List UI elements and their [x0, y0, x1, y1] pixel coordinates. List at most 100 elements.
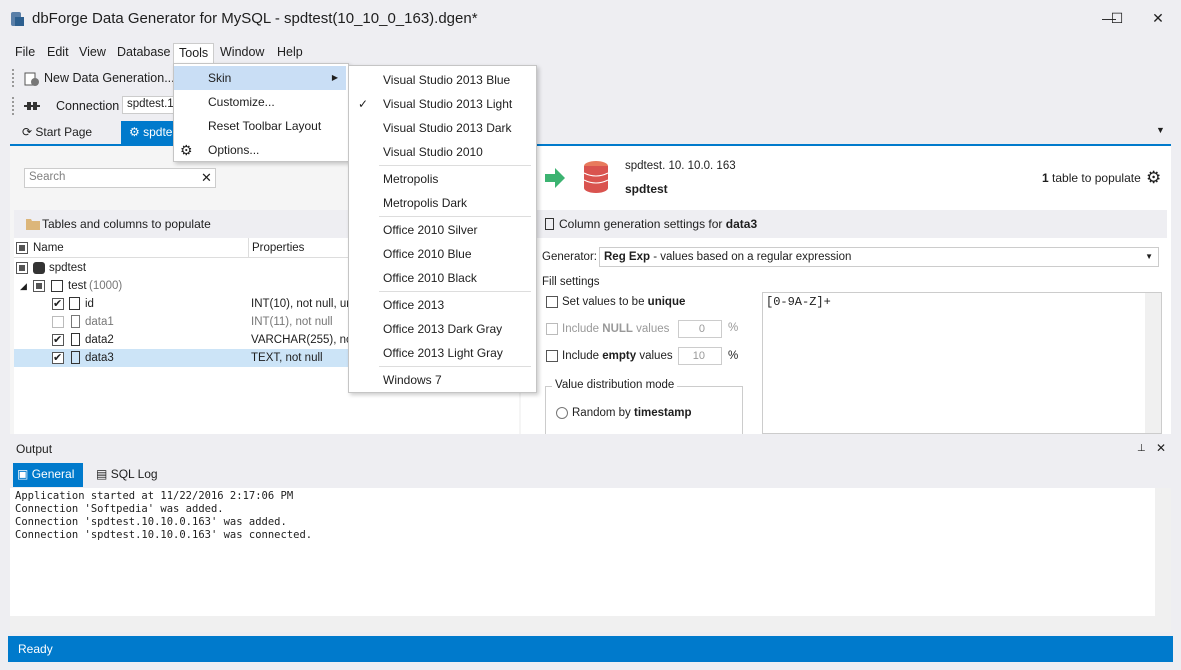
col-name-header[interactable]: Name [33, 238, 64, 258]
menu-view[interactable]: View [74, 43, 111, 63]
col-props-header[interactable]: Properties [248, 238, 304, 258]
close-button[interactable]: ✕ [1138, 6, 1178, 30]
column-settings-header: Column generation settings for data3 [537, 210, 1167, 238]
menu-database[interactable]: Database [112, 43, 176, 63]
generator-label: Generator: [542, 251, 597, 263]
menu-item-reset-toolbar[interactable]: Reset Toolbar Layout [174, 114, 321, 138]
toolbar-grip[interactable] [12, 97, 16, 115]
collapse-icon[interactable]: ◢ [20, 277, 27, 295]
regex-scrollbar[interactable] [1145, 293, 1161, 433]
skin-submenu: Visual Studio 2013 Blue ✓ Visual Studio … [348, 65, 537, 393]
menu-tools[interactable]: Tools [173, 43, 215, 63]
percent-sign: % [728, 322, 739, 334]
percent-sign: % [728, 350, 739, 362]
row-checkbox[interactable] [52, 295, 64, 313]
separator [379, 291, 531, 292]
generator-select[interactable]: Reg Exp - values based on a regular expr… [599, 247, 1159, 267]
new-generation-button[interactable]: New Data Generation... [44, 68, 175, 88]
menu-item-skin[interactable]: Skin ▶ [174, 66, 346, 90]
search-input[interactable]: Search [24, 168, 216, 188]
menu-item-customize[interactable]: Customize... [174, 90, 275, 114]
skin-office2010-silver[interactable]: Office 2010 Silver [349, 218, 478, 242]
maximize-button[interactable]: ☐ [1102, 6, 1132, 30]
row-checkbox[interactable] [52, 349, 64, 367]
separator [379, 366, 531, 367]
skin-office2013-light-gray[interactable]: Office 2013 Light Gray [349, 341, 503, 365]
tables-count-label: table to populate [1052, 171, 1141, 185]
include-empty-checkbox[interactable] [546, 350, 558, 362]
skin-windows7[interactable]: Windows 7 [349, 368, 442, 392]
tab-start-page[interactable]: ⟳ Start Page [14, 121, 100, 145]
output-log: Application started at 11/22/2016 2:17:0… [10, 488, 1171, 616]
select-all-checkbox[interactable] [16, 242, 28, 254]
status-bar: Ready [8, 636, 1173, 662]
row-props: INT(10), not null, un [251, 298, 353, 310]
output-tab-sql-log[interactable]: ▤ SQL Log [94, 463, 164, 487]
include-null-checkbox[interactable] [546, 323, 558, 335]
skin-vs2013-light[interactable]: ✓ Visual Studio 2013 Light [349, 92, 512, 116]
output-hscrollbar[interactable] [10, 616, 1171, 632]
include-null-label: Include NULL values [562, 323, 670, 335]
row-name: data3 [85, 352, 114, 364]
section-title: Tables and columns to populate [42, 217, 211, 231]
skin-metropolis[interactable]: Metropolis [349, 167, 438, 191]
toolbar-grip[interactable] [12, 69, 16, 87]
output-tab-sql-log-label: SQL Log [110, 467, 158, 481]
row-checkbox[interactable] [52, 331, 64, 349]
checkmark-icon: ✓ [358, 97, 369, 111]
output-tab-general[interactable]: ▣ General [13, 463, 83, 487]
status-text: Ready [18, 642, 53, 656]
unique-label: Set values to be unique [562, 296, 686, 308]
skin-office2013[interactable]: Office 2013 [349, 293, 444, 317]
column-icon [71, 333, 80, 346]
generator-desc: - values based on a regular expression [650, 251, 852, 263]
empty-percent-spinner[interactable]: 10 [678, 347, 722, 365]
row-name: spdtest [49, 262, 87, 274]
unique-option[interactable]: Set values to be unique [546, 296, 746, 314]
tab-start-page-label: Start Page [35, 125, 93, 139]
skin-vs2010[interactable]: Visual Studio 2010 [349, 140, 483, 164]
value-distribution-label: Value distribution mode [552, 379, 678, 391]
skin-vs2013-blue[interactable]: Visual Studio 2013 Blue [349, 68, 510, 92]
sql-log-icon: ▤ [96, 467, 108, 481]
menu-help[interactable]: Help [272, 43, 308, 63]
row-props: INT(11), not null [251, 316, 333, 328]
close-panel-icon[interactable]: ✕ [1156, 441, 1166, 455]
arrow-right-icon [545, 168, 565, 188]
pin-icon[interactable]: ⊥ [1137, 443, 1146, 454]
database-name: spdtest [625, 182, 668, 196]
column-icon [71, 315, 80, 328]
regex-editor[interactable]: [0-9A-Z]+ [762, 292, 1162, 434]
separator [379, 216, 531, 217]
settings-gear-icon[interactable]: ⚙ [1146, 168, 1161, 188]
clear-search-icon[interactable]: ✕ [201, 170, 212, 186]
row-checkbox[interactable] [52, 316, 64, 328]
menu-item-options[interactable]: ⚙ Options... [174, 138, 259, 162]
tab-overflow-icon[interactable]: ▼ [1156, 125, 1165, 135]
skin-office2013-dark-gray[interactable]: Office 2013 Dark Gray [349, 317, 502, 341]
generator-name: Reg Exp [604, 251, 651, 263]
skin-office2010-blue[interactable]: Office 2010 Blue [349, 242, 472, 266]
skin-vs2013-dark[interactable]: Visual Studio 2013 Dark [349, 116, 512, 140]
random-timestamp-radio[interactable] [556, 407, 568, 419]
output-scrollbar[interactable] [1155, 488, 1171, 616]
database-icon [33, 262, 45, 274]
gear-icon: ⚙ [180, 142, 193, 158]
menu-edit[interactable]: Edit [42, 43, 74, 63]
skin-metropolis-dark[interactable]: Metropolis Dark [349, 191, 467, 215]
null-percent-spinner[interactable]: 0 [678, 320, 722, 338]
menu-file[interactable]: File [10, 43, 40, 63]
skin-office2010-black[interactable]: Office 2010 Black [349, 266, 477, 290]
menu-window[interactable]: Window [215, 43, 269, 63]
row-props: VARCHAR(255), not [251, 334, 356, 346]
regex-text: [0-9A-Z]+ [766, 295, 831, 309]
tables-count: 1 [1042, 171, 1049, 185]
column-settings-target: data3 [725, 217, 758, 231]
row-checkbox[interactable] [16, 262, 28, 274]
new-generation-icon [24, 72, 39, 86]
window-title: dbForge Data Generator for MySQL - spdte… [32, 10, 478, 27]
tables-count-text: 1 table to populate [1042, 171, 1141, 185]
tools-menu: Skin ▶ Customize... Reset Toolbar Layout… [173, 63, 349, 162]
unique-checkbox[interactable] [546, 296, 558, 308]
row-checkbox[interactable] [33, 280, 45, 292]
